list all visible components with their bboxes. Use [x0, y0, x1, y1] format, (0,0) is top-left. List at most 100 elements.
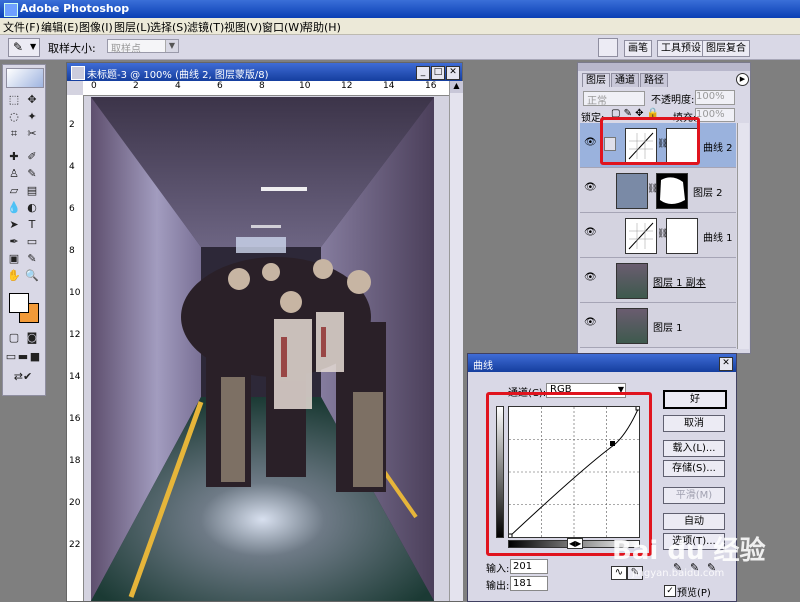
layer-row-layer-2[interactable]: 👁 ⛓ 图层 2 [580, 168, 736, 213]
menu-view[interactable]: 视图(V) [224, 19, 262, 35]
layer-name: 图层 1 [653, 323, 683, 334]
foreground-color-swatch[interactable] [9, 293, 29, 313]
ruler-tick: 2 [69, 120, 75, 130]
brush-icon[interactable]: ✐ [25, 150, 39, 164]
scroll-up-icon[interactable]: ▲ [450, 81, 463, 93]
opacity-input[interactable]: 100% [695, 90, 735, 105]
marquee-icon[interactable]: ⬚ [7, 93, 21, 107]
blur-icon[interactable]: 💧 [7, 201, 21, 215]
eye-icon[interactable]: 👁 [584, 318, 597, 328]
zoom-icon[interactable]: 🔍 [25, 269, 39, 283]
tab-layers[interactable]: 图层 [582, 73, 610, 87]
panel-grip[interactable] [578, 63, 750, 71]
eye-icon[interactable]: 👁 [584, 138, 597, 148]
save-button[interactable]: 存储(S)... [663, 460, 725, 477]
eye-icon[interactable]: 👁 [584, 273, 597, 283]
preview-checkbox[interactable]: ✓ [664, 585, 676, 597]
eye-icon[interactable]: 👁 [584, 183, 597, 193]
fill-input[interactable]: 100% [695, 108, 735, 122]
standard-mode-icon[interactable]: ▢ [7, 331, 21, 345]
eye-icon[interactable]: 👁 [584, 228, 597, 238]
auto-button[interactable]: 自动 [663, 513, 725, 530]
menu-help[interactable]: 帮助(H) [302, 19, 341, 35]
path-select-icon[interactable]: ➤ [7, 218, 21, 232]
stamp-icon[interactable]: ♙ [7, 167, 21, 181]
canvas-image[interactable] [91, 97, 434, 601]
cancel-button[interactable]: 取消 [663, 415, 725, 432]
menu-bar: 文件(F) 编辑(E) 图像(I) 图层(L) 选择(S) 滤镜(T) 视图(V… [0, 18, 800, 35]
sample-size-value: 取样点 [111, 44, 141, 55]
slice-icon[interactable]: ✂ [25, 127, 39, 141]
maximize-icon[interactable]: □ [431, 66, 445, 80]
input-value-field[interactable]: 201 [510, 559, 548, 574]
dialog-title: 曲线 [473, 361, 493, 372]
gradient-icon[interactable]: ▤ [25, 184, 39, 198]
menu-select[interactable]: 选择(S) [150, 19, 188, 35]
eraser-icon[interactable]: ▱ [7, 184, 21, 198]
move-icon[interactable]: ✥ [25, 93, 39, 107]
pen-icon[interactable]: ✒ [7, 235, 21, 249]
healing-icon[interactable]: ✚ [7, 150, 21, 164]
layer-row-layer-1[interactable]: 👁 图层 1 [580, 303, 736, 348]
output-value-field[interactable]: 181 [510, 576, 548, 591]
load-button[interactable]: 载入(L)... [663, 440, 725, 457]
blend-mode-select[interactable]: 正常 [583, 91, 645, 107]
lasso-icon[interactable]: ◌ [7, 110, 21, 124]
quick-mask-icon[interactable]: ◙ [25, 331, 39, 345]
ruler-vertical: 2 4 6 8 10 12 14 16 18 20 22 [67, 95, 84, 601]
ruler-tick: 20 [69, 498, 81, 508]
layer-thumbnail [616, 263, 648, 299]
layers-scrollbar[interactable] [737, 123, 749, 349]
type-icon[interactable]: T [25, 218, 39, 232]
notes-icon[interactable]: ▣ [7, 252, 21, 266]
feather-logo-icon[interactable] [6, 68, 44, 88]
menu-filter[interactable]: 滤镜(T) [187, 19, 224, 35]
screen-mode-full-icon[interactable]: ■ [29, 350, 41, 364]
magic-wand-icon[interactable]: ✦ [25, 110, 39, 124]
hand-icon[interactable]: ✋ [7, 269, 21, 283]
curves-adjustment-thumbnail [625, 218, 657, 254]
dodge-icon[interactable]: ◐ [25, 201, 39, 215]
menu-file[interactable]: 文件(F) [3, 19, 40, 35]
panel-menu-icon[interactable]: ▶ [736, 73, 749, 86]
tool-preset-picker[interactable]: ✎ ▼ [8, 38, 40, 57]
sample-size-select[interactable]: 取样点 ▼ [107, 39, 179, 55]
ruler-tick: 2 [133, 81, 139, 91]
tab-channels[interactable]: 通道 [611, 73, 639, 87]
palette-well-icon[interactable] [598, 38, 618, 57]
tab-brushes[interactable]: 画笔 [624, 40, 652, 57]
chevron-down-icon: ▼ [30, 42, 37, 51]
layer-thumbnail [616, 173, 648, 209]
document-icon [71, 66, 85, 80]
screen-mode-full-menu-icon[interactable]: ▬ [17, 350, 29, 364]
crop-icon[interactable]: ⌗ [7, 127, 21, 141]
shape-icon[interactable]: ▭ [25, 235, 39, 249]
document-scrollbar[interactable]: ▲ [449, 81, 463, 601]
ruler-tick: 14 [69, 372, 81, 382]
close-icon[interactable]: ✕ [719, 357, 733, 371]
eyedropper-icon: ✎ [13, 40, 24, 54]
menu-image[interactable]: 图像(I) [79, 19, 113, 35]
layer-row-curves-1[interactable]: 👁 ⛓ 曲线 1 [580, 213, 736, 258]
minimize-icon[interactable]: _ [416, 66, 430, 80]
menu-layer[interactable]: 图层(L) [114, 19, 151, 35]
screen-mode-standard-icon[interactable]: ▭ [5, 350, 17, 364]
eyedropper-icon[interactable]: ✎ [25, 252, 39, 266]
ruler-tick: 6 [217, 81, 223, 91]
jump-to-imageready-icon[interactable]: ⇄✔ [7, 370, 39, 384]
smooth-button[interactable]: 平滑(M) [663, 487, 725, 504]
menu-edit[interactable]: 编辑(E) [41, 19, 79, 35]
tab-paths[interactable]: 路径 [640, 73, 668, 87]
toolbox: ⬚ ✥ ◌ ✦ ⌗ ✂ ✚ ✐ ♙ ✎ ▱ ▤ 💧 ◐ ➤ T ✒ ▭ ▣ ✎ … [2, 64, 46, 396]
highlight-curves-2-layer [600, 117, 700, 165]
tab-tool-presets[interactable]: 工具预设 [657, 40, 705, 57]
history-brush-icon[interactable]: ✎ [25, 167, 39, 181]
ok-button[interactable]: 好 [663, 390, 727, 409]
tab-layer-comps[interactable]: 图层复合 [702, 40, 750, 57]
menu-window[interactable]: 窗口(W) [262, 19, 303, 35]
output-label: 输出: [486, 581, 510, 592]
layer-row-layer-1-copy[interactable]: 👁 图层 1 副本 [580, 258, 736, 303]
close-icon[interactable]: ✕ [446, 66, 460, 80]
ruler-tick: 14 [383, 81, 395, 91]
curve-tool-icon[interactable]: ∿ [611, 566, 627, 580]
